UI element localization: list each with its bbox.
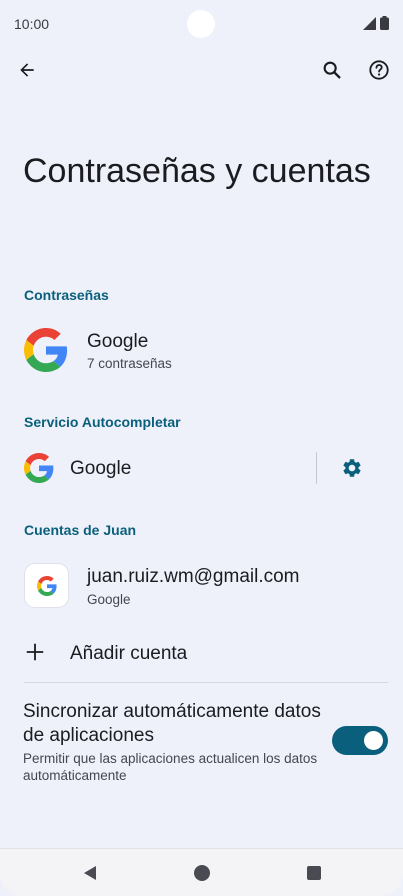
camera-cutout <box>187 10 215 38</box>
section-header-passwords: Contraseñas <box>24 287 109 303</box>
status-bar: 10:00 <box>0 0 403 48</box>
signal-icon <box>363 16 376 30</box>
password-provider-name: Google <box>87 331 149 352</box>
autofill-service-name: Google <box>70 458 132 479</box>
search-button[interactable] <box>312 50 352 90</box>
arrow-back-icon <box>20 63 34 77</box>
add-account-button[interactable]: Añadir cuenta <box>0 628 403 676</box>
add-account-label: Añadir cuenta <box>70 643 188 664</box>
nav-back-button[interactable] <box>78 861 102 885</box>
password-provider-row[interactable]: Google 7 contraseñas <box>0 318 403 382</box>
page-title: Contraseñas y cuentas <box>23 152 371 190</box>
top-app-bar <box>0 48 403 96</box>
google-logo-icon <box>24 453 54 483</box>
password-provider-count: 7 contraseñas <box>87 356 172 371</box>
back-button[interactable] <box>7 50 47 90</box>
account-avatar <box>25 564 68 607</box>
system-navigation-bar <box>0 848 403 896</box>
status-time: 10:00 <box>14 16 50 32</box>
status-icons <box>363 16 389 30</box>
account-row[interactable]: juan.ruiz.wm@gmail.com Google <box>0 554 403 618</box>
google-logo-icon <box>24 328 68 372</box>
google-logo-icon <box>36 575 57 596</box>
settings-screen: 10:00 Contraseñas y cuentas Contraseñas … <box>0 0 403 896</box>
account-email: juan.ruiz.wm@gmail.com <box>87 566 300 587</box>
help-icon <box>369 60 389 80</box>
autofill-settings-button[interactable] <box>332 448 372 488</box>
nav-home-button[interactable] <box>190 861 214 885</box>
account-type: Google <box>87 592 131 607</box>
sync-title: Sincronizar automáticamente datos de apl… <box>23 701 321 746</box>
sync-description: Permitir que las aplicaciones actualicen… <box>23 751 318 783</box>
section-header-autofill: Servicio Autocompletar <box>24 414 181 430</box>
nav-recents-button[interactable] <box>302 861 326 885</box>
plus-icon <box>26 643 44 661</box>
nav-home-icon <box>194 865 210 881</box>
search-icon <box>323 61 341 79</box>
toggle-knob <box>364 731 383 750</box>
nav-recents-icon <box>307 866 321 880</box>
vertical-divider <box>316 452 317 484</box>
battery-icon <box>380 16 389 30</box>
gear-icon <box>343 459 361 477</box>
section-divider <box>24 682 388 683</box>
section-header-accounts: Cuentas de Juan <box>24 522 137 538</box>
sync-toggle[interactable] <box>332 726 388 755</box>
nav-back-icon <box>84 866 96 880</box>
help-button[interactable] <box>359 50 399 90</box>
